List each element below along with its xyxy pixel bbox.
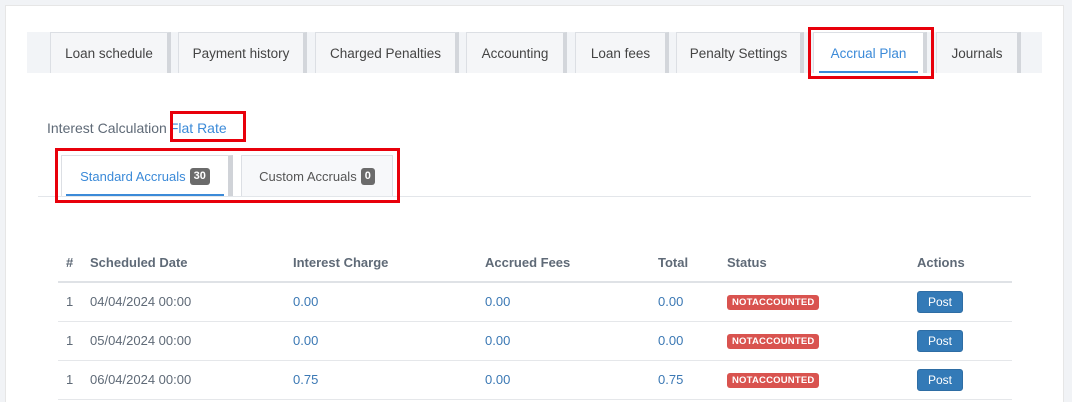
tab-journals[interactable]: Journals <box>936 32 1021 73</box>
tab-label: Penalty Settings <box>689 45 788 61</box>
active-tab-indicator <box>819 71 918 73</box>
row-number: 1 <box>58 360 82 400</box>
col-header-actions: Actions <box>909 244 1012 283</box>
tab-payment-history[interactable]: Payment history <box>178 32 307 73</box>
interest-calculation: Interest Calculation Flat Rate <box>47 120 227 136</box>
interest-charge: 0.75 <box>285 360 477 400</box>
tab-label: Accounting <box>481 45 549 61</box>
accrued-fees: 0.00 <box>477 360 650 400</box>
scheduled-date: 06/04/2024 00:00 <box>82 360 285 400</box>
actions-cell: Post <box>909 282 1012 322</box>
table-row: 1 04/04/2024 00:00 0.00 0.00 0.00 NOTACC… <box>58 282 1012 322</box>
table-row: 1 05/04/2024 00:00 0.00 0.00 0.00 NOTACC… <box>58 321 1012 361</box>
active-subtab-indicator <box>66 194 224 196</box>
tab-standard-accruals[interactable]: Standard Accruals 30 <box>61 155 233 196</box>
table-header-row: # Scheduled Date Interest Charge Accrued… <box>58 244 1012 283</box>
tab-charged-penalties[interactable]: Charged Penalties <box>315 32 459 73</box>
col-header-total: Total <box>650 244 719 283</box>
tab-label: Loan fees <box>590 45 651 61</box>
tab-label: Accrual Plan <box>830 45 907 61</box>
status-badge: NOTACCOUNTED <box>727 334 820 349</box>
accrual-table: # Scheduled Date Interest Charge Accrued… <box>58 244 1012 400</box>
tab-loan-schedule[interactable]: Loan schedule <box>50 32 171 73</box>
row-number: 1 <box>58 282 82 322</box>
accrued-fees: 0.00 <box>477 321 650 361</box>
total: 0.00 <box>650 282 719 322</box>
status-cell: NOTACCOUNTED <box>719 282 909 322</box>
tab-custom-accruals[interactable]: Custom Accruals 0 <box>241 155 393 196</box>
tab-label: Journals <box>951 45 1003 61</box>
col-header-status: Status <box>719 244 909 283</box>
col-header-scheduled-date: Scheduled Date <box>82 244 285 283</box>
custom-accruals-label: Custom Accruals <box>259 168 357 184</box>
interest-charge: 0.00 <box>285 321 477 361</box>
row-number: 1 <box>58 321 82 361</box>
standard-accruals-count: 30 <box>189 167 210 185</box>
interest-calculation-label: Interest Calculation <box>47 120 167 136</box>
tab-label: Payment history <box>192 45 290 61</box>
tab-accrual-plan[interactable]: Accrual Plan <box>813 32 927 73</box>
subtab-divider <box>38 196 1031 197</box>
total: 0.75 <box>650 360 719 400</box>
scheduled-date: 04/04/2024 00:00 <box>82 282 285 322</box>
post-button[interactable]: Post <box>917 329 964 352</box>
status-badge: NOTACCOUNTED <box>727 373 820 388</box>
col-header-accrued-fees: Accrued Fees <box>477 244 650 283</box>
status-cell: NOTACCOUNTED <box>719 321 909 361</box>
standard-accruals-label: Standard Accruals <box>80 168 186 184</box>
custom-accruals-count: 0 <box>360 167 375 185</box>
status-cell: NOTACCOUNTED <box>719 360 909 400</box>
col-header-number: # <box>58 244 82 283</box>
post-button[interactable]: Post <box>917 290 964 313</box>
table-row: 1 06/04/2024 00:00 0.75 0.00 0.75 NOTACC… <box>58 360 1012 400</box>
scheduled-date: 05/04/2024 00:00 <box>82 321 285 361</box>
actions-cell: Post <box>909 321 1012 361</box>
status-badge: NOTACCOUNTED <box>727 295 820 311</box>
accrued-fees: 0.00 <box>477 282 650 322</box>
tab-label: Loan schedule <box>65 45 153 61</box>
tab-accounting[interactable]: Accounting <box>466 32 567 73</box>
interest-charge: 0.00 <box>285 282 477 322</box>
tab-loan-fees[interactable]: Loan fees <box>575 32 669 73</box>
actions-cell: Post <box>909 360 1012 400</box>
tab-label: Charged Penalties <box>329 45 442 61</box>
post-button[interactable]: Post <box>917 368 964 391</box>
interest-calculation-value: Flat Rate <box>169 120 227 136</box>
tab-penalty-settings[interactable]: Penalty Settings <box>676 32 804 73</box>
col-header-interest-charge: Interest Charge <box>285 244 477 283</box>
total: 0.00 <box>650 321 719 361</box>
